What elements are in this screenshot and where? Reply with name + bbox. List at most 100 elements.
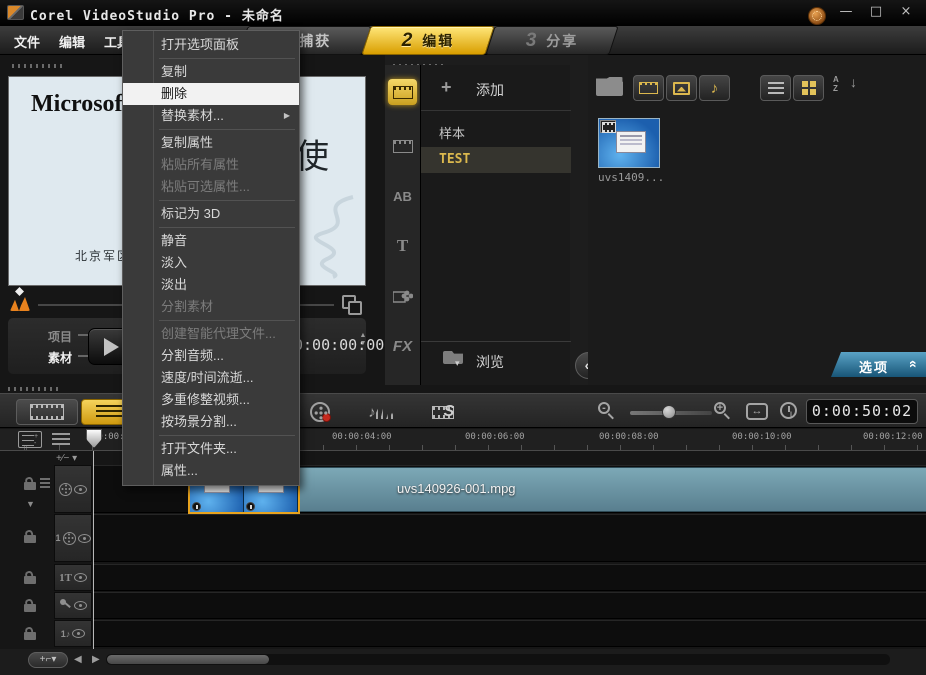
menu-item[interactable]: 删除 <box>123 83 299 105</box>
timeline-drag-handle[interactable] <box>8 387 60 391</box>
menu-item-label: 替换素材... <box>161 108 224 123</box>
add-folder-button[interactable]: + 添加 <box>421 65 571 111</box>
grid-view-button[interactable] <box>793 75 824 101</box>
video-track-header[interactable] <box>54 465 92 513</box>
title-track-header[interactable]: 1T <box>54 564 92 591</box>
transition-icon[interactable] <box>388 133 417 159</box>
fit-project-button[interactable]: ↔ <box>746 403 768 420</box>
trim-notch-icon[interactable] <box>192 502 201 511</box>
menu-item[interactable]: 属性... <box>123 460 299 482</box>
zoom-slider-thumb[interactable] <box>662 405 676 419</box>
eye-icon[interactable] <box>74 573 87 582</box>
menu-item[interactable]: 复制 <box>123 61 299 83</box>
video-filter-button[interactable] <box>633 75 664 101</box>
options-button[interactable]: 选项 « <box>831 352 926 377</box>
timeline-timecode[interactable]: 0:00:50:02 <box>806 399 918 424</box>
project-mode-label[interactable]: 项目 <box>48 328 72 345</box>
library-folder-TEST[interactable]: TEST <box>421 147 571 173</box>
menu-item[interactable]: 替换素材...▶ <box>123 105 299 127</box>
audio-filter-icon: ♪ <box>711 80 719 97</box>
scroll-right-button[interactable]: ▶ <box>92 654 100 665</box>
menu-file[interactable]: 文件 <box>14 32 40 51</box>
media-thumbnail[interactable] <box>598 118 660 168</box>
overlay-track-lock-icon[interactable] <box>24 530 36 543</box>
minimize-button[interactable]: — <box>833 3 859 21</box>
zoom-in-button[interactable]: + <box>714 402 734 422</box>
menu-item[interactable]: 标记为 3D <box>123 203 299 225</box>
menu-item[interactable]: 打开文件夹... <box>123 438 299 460</box>
auto-music-button[interactable]: S <box>428 400 458 424</box>
menu-item[interactable]: 速度/时间流逝... <box>123 367 299 389</box>
jog-flag-icon[interactable] <box>15 287 24 296</box>
overlay-track-header[interactable]: 1 <box>54 514 92 562</box>
music-track-lock-icon[interactable] <box>24 627 36 640</box>
tab-edit[interactable]: 2 编辑 <box>366 26 490 55</box>
sort-button[interactable]: A Z ↓ <box>833 75 859 99</box>
track-list-icon[interactable] <box>52 433 70 446</box>
close-button[interactable]: × <box>893 3 919 21</box>
title-track-lock-icon[interactable] <box>24 571 36 584</box>
menu-item[interactable]: 打开选项面板 <box>123 34 299 56</box>
chevron-down-icon[interactable]: ▼ <box>26 499 35 509</box>
photo-filter-button[interactable] <box>666 75 697 101</box>
title-track-lane[interactable] <box>93 564 926 591</box>
storyboard-view-button[interactable] <box>16 399 78 425</box>
trim-marker-icon[interactable] <box>10 287 32 315</box>
menu-edit[interactable]: 编辑 <box>59 32 85 51</box>
voice-track-lane[interactable] <box>93 592 926 619</box>
eye-icon[interactable] <box>74 485 87 494</box>
sound-mixer-button[interactable]: ♪ <box>366 400 396 424</box>
audio-filter-button[interactable]: ♪ <box>699 75 730 101</box>
enlarge-preview-icon[interactable] <box>342 295 356 309</box>
maximize-button[interactable]: □ <box>863 3 889 21</box>
playhead-marker[interactable] <box>86 429 102 448</box>
trim-handles-icon[interactable] <box>10 297 30 311</box>
horizontal-scrollbar[interactable] <box>106 654 890 665</box>
title-bar[interactable]: Corel VideoStudio Pro - 未命名 — □ × <box>0 0 926 26</box>
timecode-spinner[interactable]: ▲ ▼ <box>357 332 369 348</box>
menu-item[interactable]: 按场景分割... <box>123 411 299 433</box>
folder-icon[interactable] <box>596 77 623 96</box>
add-track-button[interactable]: +⌐▾ <box>28 652 68 668</box>
music-track-lane[interactable] <box>93 620 926 647</box>
tab-share[interactable]: 3 分享 <box>490 26 614 55</box>
fx-icon[interactable]: FX <box>388 333 417 359</box>
all-tracks-icon[interactable] <box>40 478 50 490</box>
preview-timecode[interactable]: 0:00:00:00 <box>294 336 384 354</box>
voice-track-lock-icon[interactable] <box>24 599 36 612</box>
media-icon[interactable] <box>388 79 417 105</box>
track-add-remove-control[interactable]: +⁄− ▾ <box>56 453 77 464</box>
scrollbar-thumb[interactable] <box>107 655 269 664</box>
menu-item[interactable]: 分割音频... <box>123 345 299 367</box>
menu-item[interactable]: 静音 <box>123 230 299 252</box>
ab-overlay-icon[interactable]: AB <box>388 183 417 209</box>
record-capture-button[interactable] <box>305 400 335 424</box>
menu-item[interactable]: 复制属性 <box>123 132 299 154</box>
music-track-header[interactable]: 1♪ <box>54 620 92 647</box>
menu-item[interactable]: 多重修整视频... <box>123 389 299 411</box>
spin-up-icon[interactable]: ▲ <box>360 332 367 339</box>
video-track-lock-icon[interactable] <box>24 477 36 490</box>
voice-track-header[interactable] <box>54 592 92 619</box>
clip-mode-label[interactable]: 素材 <box>48 349 72 366</box>
track-manager-icon[interactable] <box>18 431 42 448</box>
duration-clock-button[interactable] <box>780 402 797 419</box>
help-badge-icon[interactable] <box>808 7 826 25</box>
browse-button[interactable]: ▾ 浏览 <box>421 341 571 377</box>
library-folder-样本[interactable]: 样本 <box>421 121 571 147</box>
spin-down-icon[interactable]: ▼ <box>360 340 367 347</box>
graphic-icon[interactable] <box>388 283 417 309</box>
panel-drag-handle[interactable] <box>12 64 64 68</box>
scroll-left-button[interactable]: ◀ <box>74 654 82 665</box>
list-view-button[interactable] <box>760 75 791 101</box>
eye-icon[interactable] <box>72 629 85 638</box>
menu-item[interactable]: 淡入 <box>123 252 299 274</box>
eye-icon[interactable] <box>74 601 87 610</box>
trim-notch-icon[interactable] <box>246 502 255 511</box>
overlay-track-lane[interactable] <box>93 514 926 562</box>
menu-item[interactable]: 淡出 <box>123 274 299 296</box>
browse-folder-icon <box>443 351 463 364</box>
title-icon[interactable]: T <box>388 233 417 259</box>
zoom-out-button[interactable]: - <box>598 402 618 422</box>
eye-icon[interactable] <box>78 534 91 543</box>
